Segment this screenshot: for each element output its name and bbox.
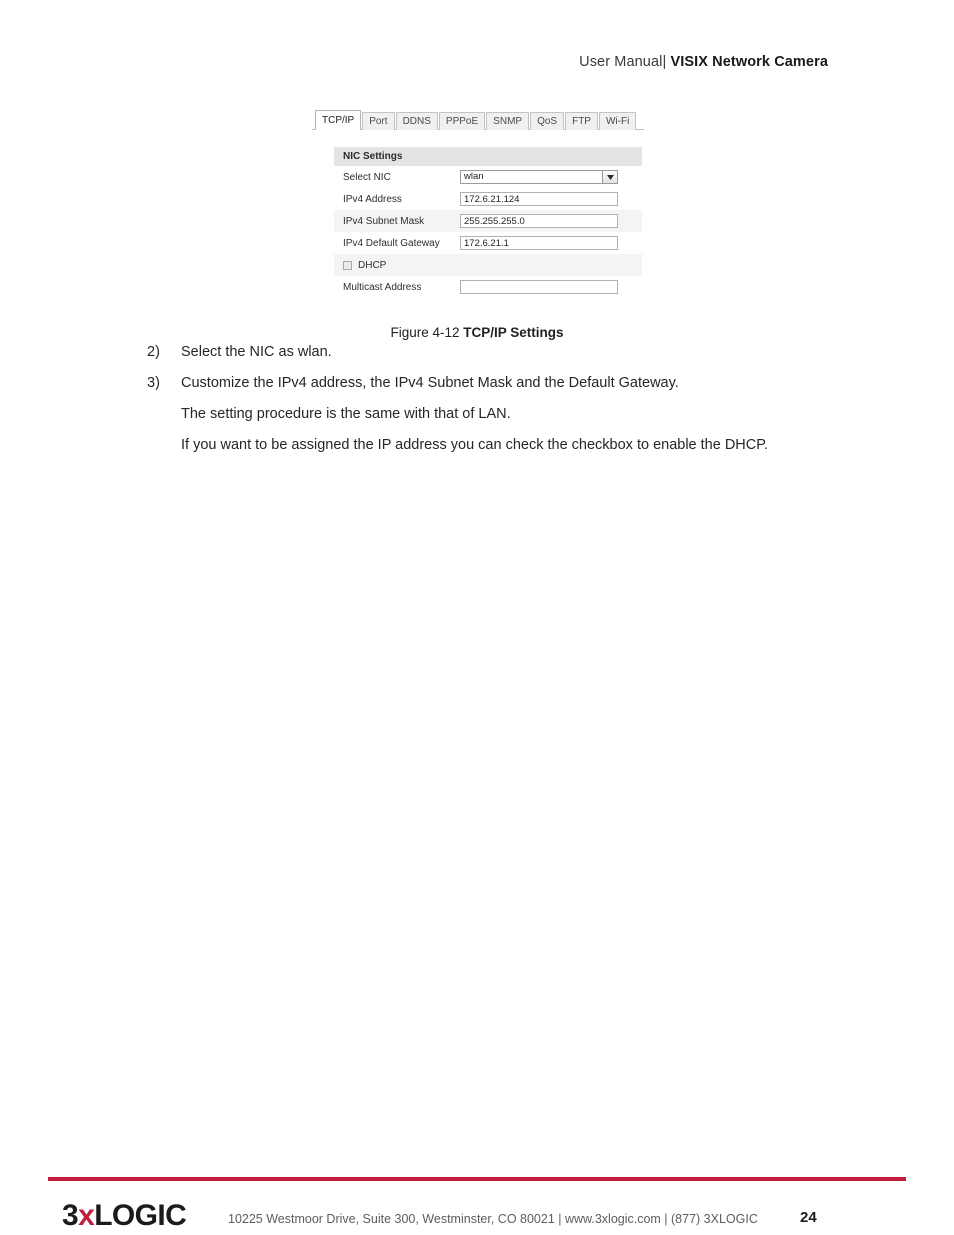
tab-ddns[interactable]: DDNS (395, 112, 438, 130)
row-multicast-address: Multicast Address (334, 276, 642, 298)
step-number: 3) (147, 375, 160, 391)
select-nic-label: Select NIC (343, 171, 391, 183)
tab-ftp[interactable]: FTP (565, 112, 598, 130)
nic-settings-panel: NIC Settings Select NIC wlan IPv4 Addres… (334, 147, 642, 298)
row-ipv4-subnet-mask: IPv4 Subnet Mask 255.255.255.0 (334, 210, 642, 232)
step-note: The setting procedure is the same with t… (181, 406, 511, 422)
tab-port[interactable]: Port (362, 112, 395, 130)
logo-text-post: LOGIC (94, 1199, 187, 1232)
manual-label: User Manual| (579, 54, 667, 70)
ipv4-subnet-mask-label: IPv4 Subnet Mask (343, 215, 425, 227)
tab-qos[interactable]: QoS (530, 112, 565, 130)
step-item: 2) Select the NIC as wlan. (147, 342, 847, 362)
ipv4-subnet-mask-input[interactable]: 255.255.255.0 (460, 214, 618, 228)
figure-number: Figure 4-12 (390, 325, 464, 340)
document-running-header: User Manual| VISIX Network Camera (579, 52, 828, 72)
tab-tcpip[interactable]: TCP/IP (315, 110, 362, 130)
step-item: 3) Customize the IPv4 address, the IPv4 … (147, 373, 847, 393)
settings-tabstrip: TCP/IP Port DDNS PPPoE SNMP QoS FTP Wi-F… (312, 108, 644, 130)
step-note: If you want to be assigned the IP addres… (181, 437, 769, 453)
nic-settings-title: NIC Settings (334, 147, 642, 166)
footer-contact-info: 10225 Westmoor Drive, Suite 300, Westmin… (228, 1212, 758, 1226)
ipv4-default-gateway-input[interactable]: 172.6.21.1 (460, 236, 618, 250)
page-number: 24 (800, 1209, 817, 1226)
tab-wifi[interactable]: Wi-Fi (598, 112, 637, 130)
product-name: VISIX Network Camera (670, 54, 828, 70)
figure-title: TCP/IP Settings (463, 325, 564, 340)
select-nic-value: wlan (464, 171, 484, 182)
row-select-nic: Select NIC wlan (334, 166, 642, 188)
brand-logo: 3xLOGIC (62, 1199, 187, 1233)
footer-divider (48, 1177, 906, 1181)
step-number: 2) (147, 344, 160, 360)
multicast-address-input[interactable] (460, 280, 618, 294)
ipv4-default-gateway-label: IPv4 Default Gateway (343, 237, 440, 249)
step-text: Select the NIC as wlan. (181, 344, 332, 360)
tab-pppoe[interactable]: PPPoE (438, 112, 486, 130)
row-dhcp: DHCP (334, 254, 642, 276)
chevron-down-icon[interactable] (602, 171, 617, 183)
ipv4-address-input[interactable]: 172.6.21.124 (460, 192, 618, 206)
row-ipv4-address: IPv4 Address 172.6.21.124 (334, 188, 642, 210)
figure-caption: Figure 4-12 TCP/IP Settings (0, 323, 954, 342)
dhcp-checkbox[interactable] (343, 260, 352, 270)
ipv4-address-label: IPv4 Address (343, 193, 402, 205)
logo-text-pre: 3 (62, 1199, 79, 1232)
select-nic-dropdown[interactable]: wlan (460, 170, 618, 184)
step-text: Customize the IPv4 address, the IPv4 Sub… (181, 375, 679, 391)
tab-snmp[interactable]: SNMP (486, 112, 530, 130)
logo-text-accent: x (78, 1199, 95, 1232)
row-ipv4-default-gateway: IPv4 Default Gateway 172.6.21.1 (334, 232, 642, 254)
dhcp-label: DHCP (358, 259, 387, 271)
instruction-steps: 2) Select the NIC as wlan. 3) Customize … (147, 342, 847, 466)
multicast-address-label: Multicast Address (343, 281, 422, 293)
camera-network-settings-screenshot: TCP/IP Port DDNS PPPoE SNMP QoS FTP Wi-F… (312, 108, 644, 315)
